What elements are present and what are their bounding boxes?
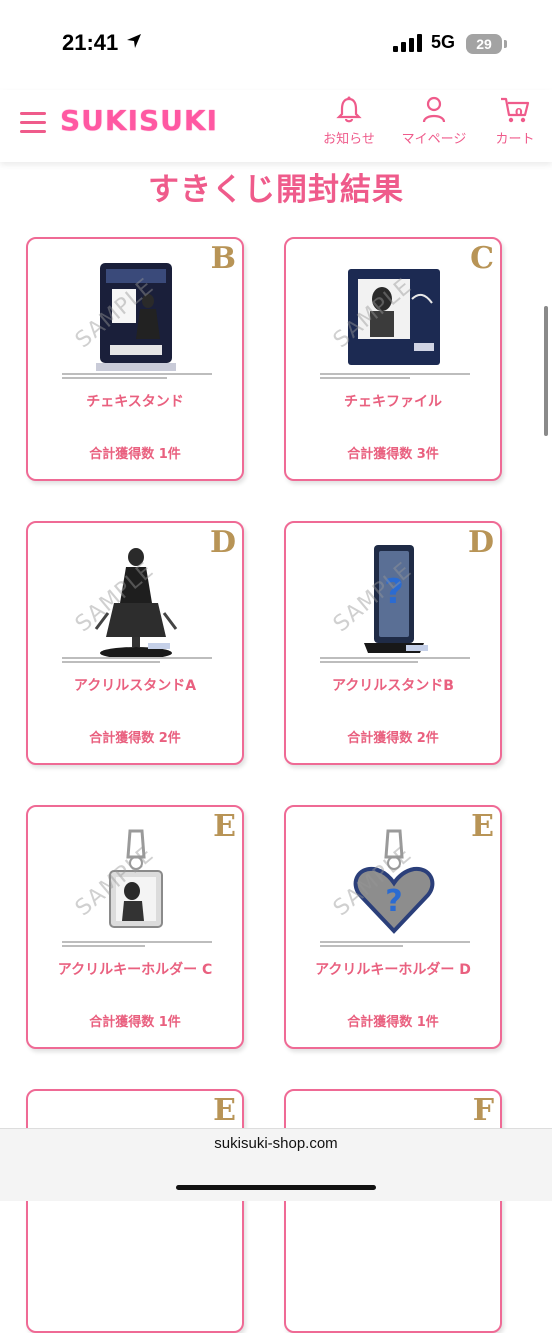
cheki-file-image — [348, 269, 440, 365]
item-name: アクリルスタンドB — [332, 678, 454, 694]
item-name: アクリルキーホルダー C — [57, 962, 213, 978]
scrollbar[interactable] — [544, 306, 548, 436]
result-card[interactable]: C SAMPLE チェキファイル 合計獲得数 3件 — [284, 237, 502, 481]
item-caption — [62, 657, 212, 663]
grade-label: D — [467, 525, 494, 560]
mypage-label: マイページ — [401, 132, 467, 147]
svg-text:?: ? — [384, 572, 404, 612]
battery-icon: 29 — [466, 34, 502, 54]
grade-label: F — [472, 1093, 494, 1128]
acrylic-stand-b-image: ? — [364, 545, 428, 653]
item-count: 合計獲得数 1件 — [347, 1015, 439, 1030]
item-count: 合計獲得数 1件 — [89, 1015, 181, 1030]
status-bar: 21:41 5G 29 — [0, 0, 552, 90]
result-card[interactable]: E SAMPLE アクリルキーホルダー C 合計獲得数 1件 — [26, 805, 244, 1049]
item-name: アクリルキーホルダー D — [315, 962, 471, 978]
cart-button[interactable]: 0 カート — [490, 96, 540, 147]
acrylic-keyholder-d-image: ? — [353, 829, 435, 934]
mypage-button[interactable]: マイページ — [398, 96, 470, 147]
item-name: チェキファイル — [344, 394, 442, 410]
item-count: 合計獲得数 3件 — [347, 447, 439, 462]
item-caption — [62, 941, 212, 947]
item-count: 合計獲得数 1件 — [89, 447, 181, 462]
acrylic-stand-a-image — [94, 548, 178, 659]
grade-label: C — [470, 241, 494, 276]
site-logo[interactable]: SUKISUKI — [60, 104, 218, 137]
acrylic-keyholder-c-image — [109, 829, 163, 928]
grade-label: B — [210, 241, 236, 276]
result-card[interactable]: F — [284, 1089, 502, 1333]
result-card[interactable]: D ? SAMPLE アクリルスタンドB 合計獲得数 2件 — [284, 521, 502, 765]
result-card[interactable]: D SAMPLE アクリルスタンドA 合計獲得数 2件 — [26, 521, 244, 765]
grade-label: E — [213, 809, 236, 844]
site-header: SUKISUKI お知らせ マイページ 0 カート — [0, 90, 552, 162]
cheki-stand-image — [96, 263, 176, 371]
item-count: 合計獲得数 2件 — [347, 731, 439, 746]
item-name: チェキスタンド — [86, 394, 184, 410]
browser-url-bar[interactable]: sukisuki-shop.com — [0, 1128, 552, 1201]
home-indicator[interactable] — [176, 1185, 376, 1190]
battery-tip — [504, 40, 507, 48]
result-card[interactable]: E — [26, 1089, 244, 1333]
cart-count-badge: 0 — [515, 106, 523, 119]
item-name: アクリルスタンドA — [73, 678, 197, 694]
network-type: 5G — [431, 32, 456, 52]
cellular-signal-icon — [393, 34, 422, 52]
grade-label: D — [209, 525, 236, 560]
item-caption — [62, 373, 212, 379]
person-icon — [422, 96, 446, 123]
cart-label: カート — [495, 132, 535, 147]
news-label: お知らせ — [323, 132, 375, 147]
grade-label: E — [213, 1093, 236, 1128]
item-caption — [320, 373, 470, 379]
clock: 21:41 — [62, 30, 119, 55]
hamburger-menu-icon[interactable] — [20, 112, 46, 136]
item-caption — [320, 941, 470, 947]
location-arrow-icon — [127, 34, 141, 48]
news-button[interactable]: お知らせ — [320, 96, 378, 147]
item-count: 合計獲得数 2件 — [89, 731, 181, 746]
item-caption — [320, 657, 470, 663]
bell-icon — [336, 96, 362, 123]
grade-label: E — [471, 809, 494, 844]
page-title: すきくじ開封結果 — [148, 172, 404, 208]
svg-text:?: ? — [385, 884, 402, 919]
result-card[interactable]: E ? SAMPLE アクリルキーホルダー D 合計獲得数 1件 — [284, 805, 502, 1049]
result-card[interactable]: B SAMPLE チェキスタンド 合計獲得数 1件 — [26, 237, 244, 481]
url-text[interactable]: sukisuki-shop.com — [0, 1135, 552, 1152]
